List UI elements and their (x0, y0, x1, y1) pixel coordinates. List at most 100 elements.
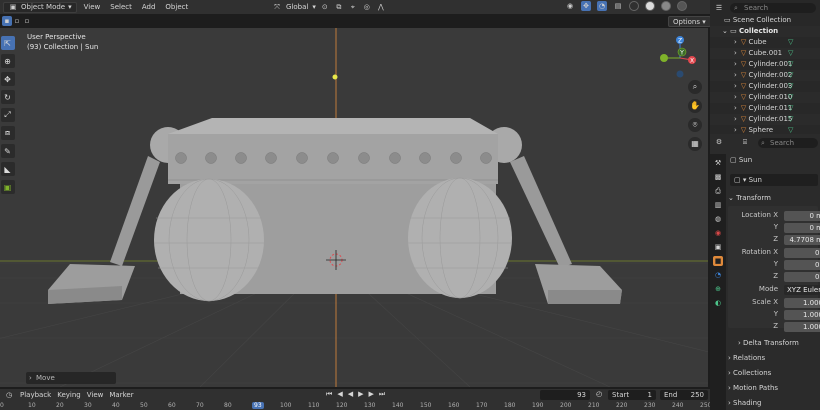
outliner-item[interactable]: › ▽ Cylinder.003 ▽ (710, 81, 820, 92)
select-subtract-icon[interactable]: ▫ (22, 16, 32, 26)
zoom-icon[interactable]: ⌕ (688, 80, 702, 94)
output-tab-icon[interactable]: ⎙ (713, 186, 723, 196)
view-layer-tab-icon[interactable]: ▥ (713, 200, 723, 210)
collections-panel[interactable]: › Collections (728, 367, 818, 379)
snap-icon[interactable]: ⧉ (334, 2, 344, 12)
mode-selector[interactable]: ▣ Object Mode ▾ (3, 1, 77, 13)
scale-z-field[interactable]: 1.000 (784, 322, 820, 332)
menu-object[interactable]: Object (162, 3, 191, 11)
transform-panel-header[interactable]: ⌄ Transform (728, 192, 818, 204)
falloff-icon[interactable]: ⋀ (376, 2, 386, 12)
pin-icon[interactable]: ⌸ (740, 137, 750, 147)
menu-timeline-view[interactable]: View (87, 391, 104, 399)
wireframe-shading-icon[interactable] (629, 1, 639, 11)
rotation-z-field[interactable]: 0° (784, 272, 820, 282)
relations-panel[interactable]: › Relations (728, 352, 818, 364)
jump-start-icon[interactable]: ⏮ (326, 390, 332, 399)
xray-icon[interactable]: ▤ (613, 1, 623, 11)
current-frame-field[interactable]: 93 (540, 390, 590, 400)
snap-magnet-icon[interactable]: ⌖ (348, 2, 358, 12)
select-tool-icon[interactable]: ⇱ (0, 36, 15, 50)
outliner-item[interactable]: › ▽ Cylinder.002 ▽ (710, 70, 820, 81)
menu-select[interactable]: Select (107, 3, 135, 11)
annotate-tool-icon[interactable]: ✎ (0, 144, 15, 158)
overlay-toggle-icon[interactable]: ◔ (597, 1, 607, 11)
last-operator-panel[interactable]: › Move (26, 372, 116, 384)
outliner-item[interactable]: › ▽ Cylinder.015 ▽ (710, 114, 820, 125)
options-button[interactable]: Options ▾ (668, 16, 711, 27)
outliner-item[interactable]: › ▽ Cylinder.001 ▽ (710, 59, 820, 70)
menu-playback[interactable]: Playback (20, 391, 51, 399)
jump-end-icon[interactable]: ⏭ (379, 390, 385, 399)
menu-marker[interactable]: Marker (109, 391, 133, 399)
data-tab-icon[interactable]: ◐ (713, 298, 723, 308)
collection-row[interactable]: ⌄ ▭ Collection (710, 26, 820, 37)
navigation-gizmo[interactable]: Z X Y (652, 32, 702, 82)
datablock-name-field[interactable]: ▢ ▾ Sun (730, 174, 818, 186)
gizmo-toggle-icon[interactable]: ✥ (581, 1, 591, 11)
location-y-field[interactable]: 0 m (784, 223, 820, 233)
shading-panel[interactable]: › Shading (728, 397, 818, 409)
play-reverse-icon[interactable]: ◀ (348, 390, 353, 399)
3d-viewport[interactable]: ⇱ ⊕ ✥ ↻ ⤢ ⧈ ✎ ◣ ▣ User Perspective (93) … (0, 28, 708, 387)
menu-view[interactable]: View (81, 3, 104, 11)
physics-tab-icon[interactable]: ◔ (713, 270, 723, 280)
select-box-icon[interactable]: ▪ (2, 16, 12, 26)
timeline-ruler[interactable]: 0 10 20 30 40 50 60 70 80 93 100 110 120 130 140 150 160… (0, 402, 711, 410)
tool-tab-icon[interactable]: ⚒ (713, 158, 723, 168)
motion-paths-panel[interactable]: › Motion Paths (728, 382, 818, 394)
rendered-shading-icon[interactable] (677, 1, 687, 11)
outliner-item[interactable]: › ▽ Cube ▽ (710, 37, 820, 48)
camera-icon[interactable]: ⌾ (688, 118, 702, 132)
cursor-tool-icon[interactable]: ⊕ (0, 54, 15, 68)
gizmo-y-neg[interactable] (660, 54, 668, 62)
end-frame-field[interactable]: End 250 (660, 390, 708, 400)
outliner-item[interactable]: › ▽ Cube.001 ▽ (710, 48, 820, 59)
move-tool-icon[interactable]: ✥ (0, 72, 15, 86)
outliner-editor-icon[interactable]: ☰ (714, 3, 724, 13)
transform-orientation-selector[interactable]: Global (286, 3, 308, 11)
solid-shading-icon[interactable] (645, 1, 655, 11)
outliner-item[interactable]: › ▽ Cylinder.010 ▽ (710, 92, 820, 103)
stopwatch-icon[interactable]: ◴ (596, 390, 602, 398)
outliner-item[interactable]: › ▽ Sphere ▽ (710, 125, 820, 134)
rotation-mode-selector[interactable]: XYZ Euler (784, 285, 820, 295)
material-shading-icon[interactable] (661, 1, 671, 11)
gizmo-z-neg[interactable] (676, 70, 684, 78)
rotation-y-field[interactable]: 0° (784, 260, 820, 270)
object-name-row[interactable]: ▢ Sun (730, 154, 752, 166)
next-key-icon[interactable]: ▶ (368, 390, 373, 399)
render-tab-icon[interactable]: ▩ (713, 172, 723, 182)
scale-x-field[interactable]: 1.000 (784, 298, 820, 308)
menu-add[interactable]: Add (139, 3, 159, 11)
start-frame-field[interactable]: Start 1 (608, 390, 656, 400)
rotate-tool-icon[interactable]: ↻ (0, 90, 15, 104)
outliner-item[interactable]: › ▽ Cylinder.011 ▽ (710, 103, 820, 114)
pivot-point-icon[interactable]: ⊙ (320, 2, 330, 12)
transform-tool-icon[interactable]: ⧈ (0, 126, 15, 140)
properties-editor-icon[interactable]: ⚙ (714, 137, 724, 147)
select-extend-icon[interactable]: ▫ (12, 16, 22, 26)
properties-search-input[interactable]: ⌕ Search (758, 138, 818, 148)
collection-tab-icon[interactable]: ▣ (713, 242, 723, 252)
scale-tool-icon[interactable]: ⤢ (0, 108, 15, 122)
timeline-editor-icon[interactable]: ◷ (4, 390, 14, 400)
proportional-edit-icon[interactable]: ◎ (362, 2, 372, 12)
measure-tool-icon[interactable]: ◣ (0, 162, 15, 176)
location-z-field[interactable]: 4.7708 m (784, 235, 820, 245)
play-icon[interactable]: ▶ (358, 390, 363, 399)
scale-y-field[interactable]: 1.000 (784, 310, 820, 320)
world-tab-icon[interactable]: ◉ (713, 228, 723, 238)
constraints-tab-icon[interactable]: ⊕ (713, 284, 723, 294)
prev-key-icon[interactable]: ◀ (337, 390, 342, 399)
add-cube-tool-icon[interactable]: ▣ (0, 180, 15, 194)
menu-keying[interactable]: Keying (57, 391, 81, 399)
delta-transform-panel[interactable]: › Delta Transform (728, 337, 818, 349)
object-tab-icon[interactable]: ■ (713, 256, 723, 266)
scene-collection-row[interactable]: ▭ Scene Collection (710, 15, 820, 26)
visibility-icon[interactable]: ◉ (565, 1, 575, 11)
scene-tab-icon[interactable]: ◍ (713, 214, 723, 224)
pan-hand-icon[interactable]: ✋ (688, 99, 702, 113)
location-x-field[interactable]: 0 m (784, 211, 820, 221)
ortho-grid-icon[interactable]: ▦ (688, 137, 702, 151)
